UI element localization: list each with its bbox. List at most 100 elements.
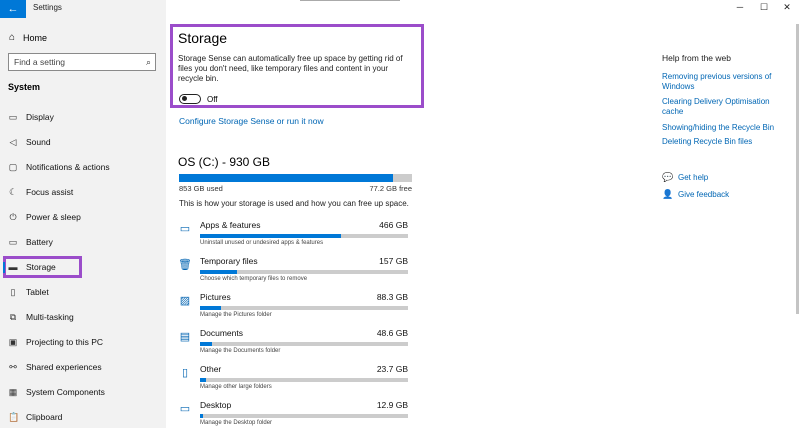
notifications-icon: ▢ xyxy=(8,161,18,172)
selection-indicator xyxy=(3,262,5,273)
category-size: 48.6 GB xyxy=(376,328,408,338)
storage-sense-description: Storage Sense can automatically free up … xyxy=(178,54,403,83)
home-label: Home xyxy=(23,32,48,43)
category-size: 88.3 GB xyxy=(376,292,408,302)
drive-free-label: 77.2 GB free xyxy=(369,184,412,193)
category-bar-fill xyxy=(200,270,238,274)
sound-icon: ◁ xyxy=(9,136,17,147)
sidebar-item-tablet[interactable]: ▯ Tablet xyxy=(8,283,49,301)
category-apps-features[interactable]: ▭ Apps & features 466 GB Uninstall unuse… xyxy=(178,220,413,250)
category-size: 12.9 GB xyxy=(376,400,408,410)
give-feedback-label: Give feedback xyxy=(678,190,730,199)
sidebar-item-projecting[interactable]: ▣ Projecting to this PC xyxy=(8,333,103,351)
sidebar-item-system-components[interactable]: ▦ System Components xyxy=(8,383,105,401)
tablet-icon: ▯ xyxy=(10,286,16,297)
moon-icon: ☾ xyxy=(8,186,18,197)
sidebar-item-shared-experiences[interactable]: ⚯ Shared experiences xyxy=(8,358,102,376)
category-name: Temporary files xyxy=(200,256,258,266)
trash-icon: 🗑 xyxy=(178,259,192,271)
sidebar-item-label: Clipboard xyxy=(26,412,63,422)
sidebar-item-label: Multi-tasking xyxy=(26,312,74,322)
help-link-previous-versions[interactable]: Removing previous versions of Windows xyxy=(662,72,782,92)
phone-icon: ▯ xyxy=(181,367,189,379)
category-name: Documents xyxy=(200,328,243,338)
category-bar xyxy=(200,414,408,418)
category-pictures[interactable]: ▨ Pictures 88.3 GB Manage the Pictures f… xyxy=(178,292,413,322)
category-size: 157 GB xyxy=(379,256,408,266)
sidebar-item-power-sleep[interactable]: ⏻ Power & sleep xyxy=(8,208,81,226)
category-documents[interactable]: ▤ Documents 48.6 GB Manage the Documents… xyxy=(178,328,413,358)
drive-usage-bar xyxy=(179,174,412,182)
sidebar-item-focus-assist[interactable]: ☾ Focus assist xyxy=(8,183,73,201)
folder-icon: ▤ xyxy=(179,331,191,343)
section-label: System xyxy=(8,82,41,92)
category-name: Desktop xyxy=(200,400,232,410)
toggle-knob xyxy=(182,96,187,102)
share-icon: ⚯ xyxy=(9,361,17,372)
close-button[interactable]: ✕ xyxy=(780,2,794,13)
category-desktop[interactable]: ▭ Desktop 12.9 GB Manage the Desktop fol… xyxy=(178,400,413,430)
person-icon: 👤 xyxy=(662,189,674,199)
search-icon[interactable]: ⌕ xyxy=(146,57,151,68)
sidebar-item-label: Focus assist xyxy=(26,187,74,197)
project-icon: ▣ xyxy=(8,336,18,347)
get-help-link[interactable]: 💬 Get help xyxy=(662,172,708,183)
category-subtext: Uninstall unused or undesired apps & fea… xyxy=(200,240,324,246)
category-size: 466 GB xyxy=(379,220,408,230)
category-other[interactable]: ▯ Other 23.7 GB Manage other large folde… xyxy=(178,364,413,394)
sidebar-item-label: System Components xyxy=(26,387,105,397)
power-icon: ⏻ xyxy=(9,211,17,222)
home-icon: ⌂ xyxy=(9,32,16,43)
help-title: Help from the web xyxy=(662,53,731,63)
category-bar-fill xyxy=(200,306,221,310)
back-button[interactable]: ← xyxy=(0,0,26,18)
storage-sense-toggle[interactable] xyxy=(179,94,201,104)
category-name: Other xyxy=(200,364,222,374)
drive-title: OS (C:) - 930 GB xyxy=(178,155,271,169)
battery-icon: ▭ xyxy=(8,236,18,247)
category-temporary-files[interactable]: 🗑 Temporary files 157 GB Choose which te… xyxy=(178,256,413,286)
sidebar-item-label: Display xyxy=(26,112,54,122)
sidebar-item-sound[interactable]: ◁ Sound xyxy=(8,133,51,151)
sidebar-item-notifications[interactable]: ▢ Notifications & actions xyxy=(8,158,110,176)
help-link-delete-recycle-bin[interactable]: Deleting Recycle Bin files xyxy=(662,137,782,147)
monitor-icon: ▭ xyxy=(179,223,191,235)
desktop-icon: ▭ xyxy=(179,403,191,415)
category-bar-fill xyxy=(200,414,204,418)
sidebar-item-label: Power & sleep xyxy=(26,212,81,222)
sidebar-item-display[interactable]: ▭ Display xyxy=(8,108,54,126)
clipboard-icon: 📋 xyxy=(8,411,20,422)
scrollbar[interactable] xyxy=(796,24,799,314)
sidebar-item-label: Shared experiences xyxy=(26,362,102,372)
picture-icon: ▨ xyxy=(179,295,191,307)
sidebar-item-clipboard[interactable]: 📋 Clipboard xyxy=(8,408,62,426)
category-subtext: Choose which temporary files to remove xyxy=(200,276,308,282)
sidebar-item-label: Sound xyxy=(26,137,51,147)
display-icon: ▭ xyxy=(8,111,18,122)
home-link[interactable]: ⌂ Home xyxy=(9,32,47,43)
category-subtext: Manage the Desktop folder xyxy=(200,420,273,426)
get-help-label: Get help xyxy=(678,173,709,182)
title-bar: ← Settings xyxy=(0,0,166,18)
category-subtext: Manage the Pictures folder xyxy=(200,312,272,318)
search-input[interactable]: Find a setting ⌕ xyxy=(8,53,156,71)
maximize-button[interactable]: ☐ xyxy=(757,2,771,13)
category-bar xyxy=(200,270,408,274)
storage-icon: ▬ xyxy=(8,262,18,272)
configure-storage-sense-link[interactable]: Configure Storage Sense or run it now xyxy=(179,116,324,126)
sidebar-item-label: Projecting to this PC xyxy=(26,337,104,347)
help-link-delivery-optimisation[interactable]: Clearing Delivery Optimisation cache xyxy=(662,97,782,117)
sidebar-item-multitasking[interactable]: ⧉ Multi-tasking xyxy=(8,308,74,326)
sidebar-item-label: Notifications & actions xyxy=(26,162,110,172)
multitask-icon: ⧉ xyxy=(9,311,17,322)
minimize-button[interactable]: ─ xyxy=(733,2,747,12)
category-subtext: Manage the Documents folder xyxy=(200,348,281,354)
give-feedback-link[interactable]: 👤 Give feedback xyxy=(662,189,729,200)
components-icon: ▦ xyxy=(8,386,18,397)
window-title: Settings xyxy=(33,3,62,12)
sidebar-item-battery[interactable]: ▭ Battery xyxy=(8,233,53,251)
help-link-recycle-bin-visibility[interactable]: Showing/hiding the Recycle Bin xyxy=(662,123,782,133)
drive-usage-fill xyxy=(179,174,393,182)
sidebar-item-storage[interactable]: ▬ Storage xyxy=(8,258,56,276)
category-name: Apps & features xyxy=(200,220,261,230)
